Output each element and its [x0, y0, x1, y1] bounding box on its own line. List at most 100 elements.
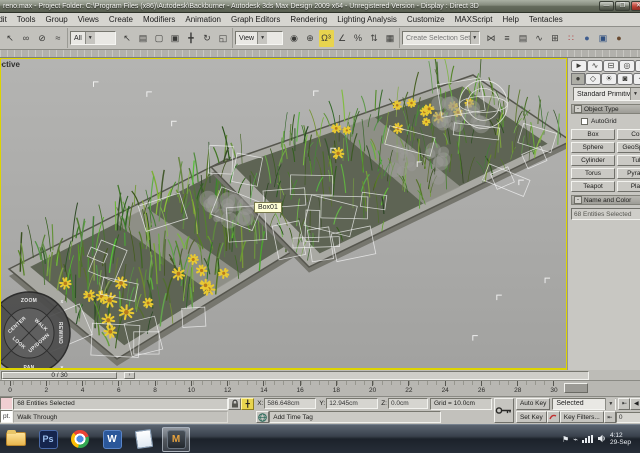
- steering-wheel[interactable]: ZOOM PAN REWIND ORBIT CENTER WALK LOOK U…: [0, 289, 73, 370]
- menu-item[interactable]: Create: [104, 15, 138, 24]
- track-bar-end-handle[interactable]: [564, 383, 588, 393]
- menu-item[interactable]: Tentacles: [524, 15, 568, 24]
- go-to-start-button[interactable]: ⇤: [618, 397, 631, 410]
- menu-item[interactable]: MAXScript: [450, 15, 498, 24]
- use-pivot-center-icon[interactable]: ◉: [287, 30, 302, 47]
- named-selection-sets-icon[interactable]: ▦: [383, 30, 398, 47]
- snaps-toggle-icon[interactable]: Ω³: [318, 29, 334, 47]
- rectangular-selection-icon[interactable]: ▢: [152, 30, 167, 47]
- select-by-name-icon[interactable]: ▤: [136, 30, 151, 47]
- time-slider-next-button[interactable]: ›: [124, 371, 135, 379]
- close-button[interactable]: ✕: [631, 1, 640, 11]
- layer-manager-icon[interactable]: ▤: [516, 30, 531, 47]
- material-editor-icon[interactable]: ∷: [564, 30, 579, 47]
- menu-item[interactable]: Lighting Analysis: [332, 15, 402, 24]
- create-selection-set-dropdown[interactable]: Create Selection Set ▼: [402, 31, 480, 45]
- wheel-close-icon[interactable]: x: [60, 299, 63, 305]
- restore-button[interactable]: ❐: [615, 1, 630, 11]
- object-type-button[interactable]: Pyramid: [617, 168, 640, 179]
- previous-frame-button[interactable]: ◀: [630, 397, 640, 410]
- percent-snap-icon[interactable]: %: [351, 30, 366, 47]
- menu-item[interactable]: Rendering: [285, 15, 332, 24]
- hierarchy-tab-icon[interactable]: ⊟: [603, 59, 619, 72]
- menu-item[interactable]: Group: [40, 15, 72, 24]
- rendered-frame-icon[interactable]: ▣: [596, 30, 611, 47]
- select-and-manipulate-icon[interactable]: ⊕: [303, 30, 318, 47]
- render-setup-icon[interactable]: ●: [580, 30, 595, 47]
- mirror-icon[interactable]: ⋈: [484, 30, 499, 47]
- object-type-button[interactable]: Torus: [571, 168, 615, 179]
- select-and-scale-icon[interactable]: ◱: [216, 30, 231, 47]
- y-coordinate-field[interactable]: 12.945cm: [326, 398, 379, 410]
- time-tag-globe-icon[interactable]: [256, 411, 270, 424]
- menu-item[interactable]: Graph Editors: [226, 15, 285, 24]
- absolute-offset-toggle-icon[interactable]: ╋: [241, 397, 255, 410]
- taskbar-word-icon[interactable]: W: [98, 427, 126, 452]
- add-time-tag-field[interactable]: Add Time Tag: [269, 411, 442, 424]
- select-and-move-icon[interactable]: ╋: [184, 30, 199, 47]
- network-signal-icon[interactable]: [582, 435, 593, 443]
- wheel-rewind-label[interactable]: REWIND: [57, 322, 63, 344]
- object-name-field[interactable]: 68 Entities Selected: [571, 208, 640, 220]
- x-coordinate-field[interactable]: 586.648cm: [264, 398, 317, 410]
- wheel-zoom-label[interactable]: ZOOM: [21, 298, 37, 304]
- window-crossing-icon[interactable]: ▣: [168, 30, 183, 47]
- power-icon[interactable]: ⌁: [573, 435, 578, 444]
- key-filters-button[interactable]: Key Filters...: [559, 411, 604, 424]
- set-key-button[interactable]: Set Key: [515, 411, 547, 424]
- key-selection-dropdown[interactable]: Selected ▼: [552, 397, 617, 410]
- shapes-category-icon[interactable]: ◇: [585, 72, 601, 85]
- menu-item[interactable]: Customize: [402, 15, 450, 24]
- object-type-button[interactable]: Plane: [617, 181, 640, 192]
- taskbar-3dsmax-icon[interactable]: M: [162, 426, 190, 452]
- object-type-button[interactable]: Teapot: [571, 181, 615, 192]
- key-mode-toggle-icon[interactable]: ⇤: [603, 411, 616, 424]
- menu-item[interactable]: Help: [497, 15, 523, 24]
- object-type-button[interactable]: Cone: [617, 129, 640, 140]
- create-tab-icon[interactable]: ►: [571, 59, 587, 72]
- new-key-filter-icon[interactable]: [546, 411, 560, 424]
- maxscript-mini-listener[interactable]: pt.: [0, 397, 14, 424]
- cameras-category-icon[interactable]: ◙: [617, 72, 633, 85]
- render-production-icon[interactable]: ●: [612, 30, 627, 47]
- menu-item[interactable]: Animation: [180, 15, 226, 24]
- selection-filter-dropdown[interactable]: All ▼: [70, 31, 116, 45]
- set-keys-key-icon[interactable]: [493, 398, 514, 423]
- lights-category-icon[interactable]: ☀: [601, 72, 617, 85]
- taskbar-chrome-icon[interactable]: [66, 427, 94, 452]
- time-slider-track[interactable]: 0 / 30 ›: [1, 370, 589, 380]
- helpers-category-icon[interactable]: ⌖: [633, 72, 640, 85]
- name-color-rollout[interactable]: - Name and Color: [571, 195, 640, 205]
- bind-to-space-warp-icon[interactable]: ≈: [51, 30, 66, 47]
- modify-tab-icon[interactable]: ∿: [587, 59, 603, 72]
- curve-editor-icon[interactable]: ∿: [532, 30, 547, 47]
- object-type-button[interactable]: Sphere: [571, 142, 615, 153]
- macro-recorder-line[interactable]: [0, 397, 14, 410]
- minimize-button[interactable]: —: [599, 1, 614, 11]
- select-and-rotate-icon[interactable]: ↻: [200, 30, 215, 47]
- action-center-flag-icon[interactable]: ⚑: [562, 435, 569, 444]
- perspective-viewport[interactable]: Perspective Box01 ZOOM PAN REWIND ORBIT …: [0, 58, 567, 370]
- geometry-category-icon[interactable]: ●: [571, 72, 585, 85]
- wheel-orbit-label[interactable]: ORBIT: [0, 324, 1, 341]
- z-coordinate-field[interactable]: 0.0cm: [387, 398, 428, 410]
- object-type-button[interactable]: GeoSphere: [617, 142, 640, 153]
- menu-item[interactable]: Modifiers: [138, 15, 180, 24]
- taskbar-explorer-icon[interactable]: [2, 427, 30, 452]
- object-type-button[interactable]: Tube: [617, 155, 640, 166]
- object-type-button[interactable]: Cylinder: [571, 155, 615, 166]
- taskbar-photoshop-icon[interactable]: Ps: [34, 427, 62, 452]
- primitives-dropdown[interactable]: Standard Primitives ▼: [573, 87, 640, 101]
- menu-item[interactable]: Views: [73, 15, 104, 24]
- unlink-selection-icon[interactable]: ⊘: [35, 30, 50, 47]
- spinner-snap-icon[interactable]: ⇅: [367, 30, 382, 47]
- taskbar-notepad-icon[interactable]: [130, 427, 158, 452]
- select-and-link-icon[interactable]: ↖: [3, 30, 18, 47]
- reference-coordinate-dropdown[interactable]: View ▼: [235, 31, 283, 45]
- window-titlebar[interactable]: reno.max - Project Folder: C:\Program Fi…: [0, 0, 640, 13]
- speaker-icon[interactable]: [597, 434, 606, 445]
- taskbar-clock[interactable]: 4:12 29-Sep: [610, 432, 640, 446]
- align-icon[interactable]: ≡: [500, 30, 515, 47]
- menu-item[interactable]: Tools: [12, 15, 41, 24]
- angle-snap-icon[interactable]: ∠: [335, 30, 350, 47]
